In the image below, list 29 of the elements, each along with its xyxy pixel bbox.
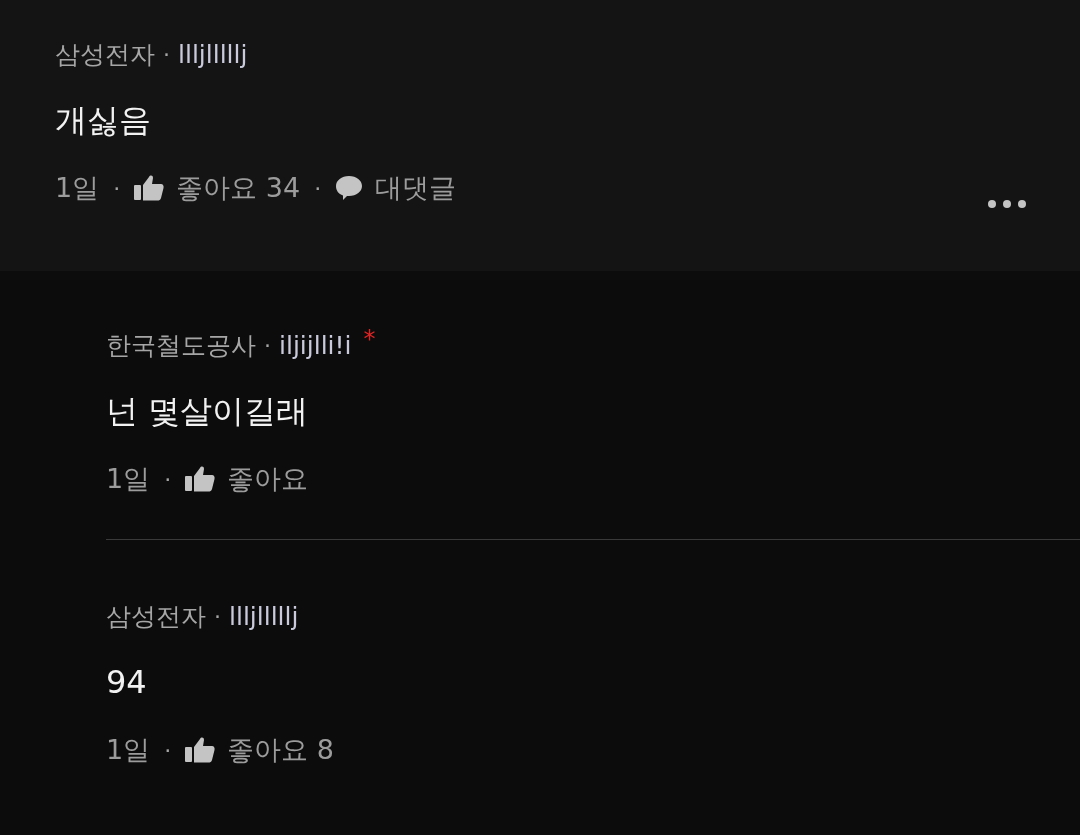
thumbs-up-icon bbox=[134, 175, 165, 201]
separator-dot: · bbox=[214, 603, 221, 629]
separator-dot: · bbox=[164, 737, 172, 763]
separator-dot: · bbox=[113, 175, 121, 201]
comment-time: 1일 bbox=[106, 462, 151, 496]
author-name: 삼성전자 bbox=[106, 600, 206, 633]
author-name: 삼성전자 bbox=[55, 38, 155, 71]
like-button[interactable]: 좋아요 8 bbox=[227, 732, 334, 768]
comment-time: 1일 bbox=[106, 733, 151, 767]
thumbs-up-icon bbox=[185, 737, 216, 763]
reply-text: 94 bbox=[106, 662, 148, 703]
user-nickname: llljlllllj bbox=[229, 601, 299, 631]
like-button[interactable]: 좋아요 bbox=[227, 461, 309, 497]
separator-dot: · bbox=[164, 466, 172, 492]
author-name: 한국철도공사 bbox=[106, 329, 256, 362]
comment-text: 개싫음 bbox=[55, 100, 152, 141]
reply-text: 넌 몇살이길래 bbox=[106, 391, 310, 432]
reply-link[interactable]: 대댓글 bbox=[375, 170, 457, 206]
user-nickname: llljlllllj bbox=[178, 39, 248, 69]
comment-time: 1일 bbox=[55, 171, 100, 205]
separator-dot: · bbox=[163, 41, 170, 67]
separator-dot: · bbox=[314, 175, 322, 201]
thumbs-up-icon bbox=[185, 466, 216, 492]
user-nickname: iljijlli!i bbox=[279, 330, 352, 360]
asterisk-mark: * bbox=[363, 325, 376, 353]
separator-dot: · bbox=[264, 332, 271, 358]
speech-bubble-icon bbox=[335, 175, 364, 201]
like-button[interactable]: 좋아요 34 bbox=[176, 170, 301, 206]
more-options-button[interactable] bbox=[986, 198, 1028, 210]
